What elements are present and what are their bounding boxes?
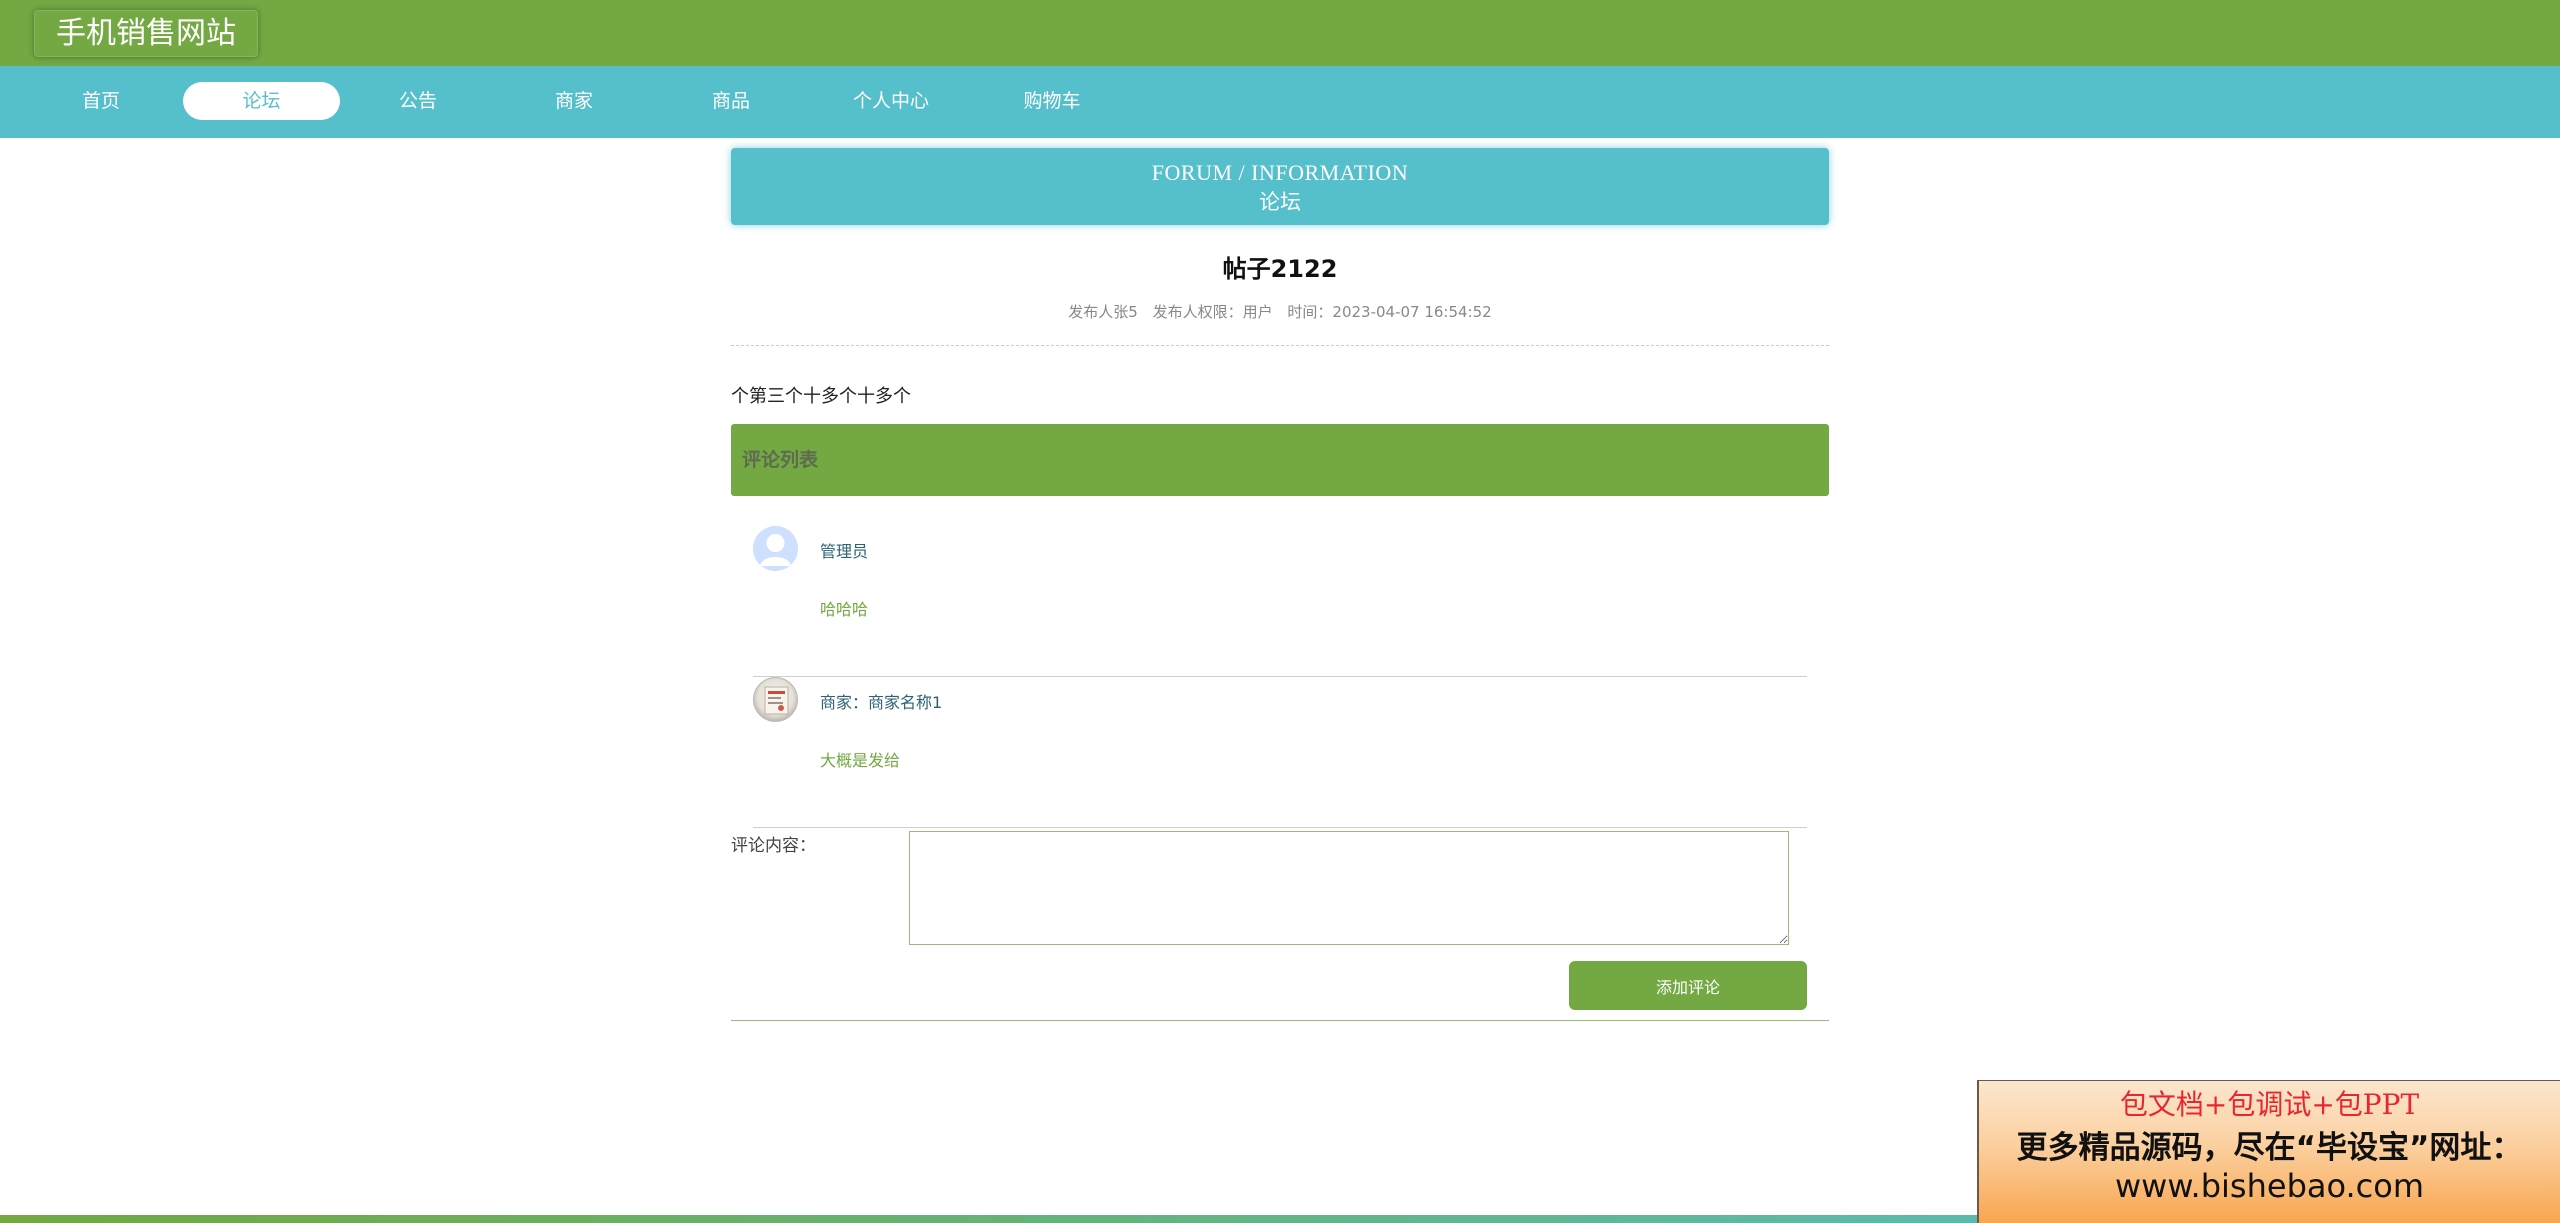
nav-item-home[interactable]: 首页 xyxy=(41,82,161,120)
ad-line-2: 更多精品源码，尽在“毕设宝”网址： xyxy=(2016,1130,2523,1166)
ad-url[interactable]: www.bishebao.com xyxy=(1979,1167,2560,1205)
nav-item-announcement[interactable]: 公告 xyxy=(358,82,478,120)
comment-author: 商家：商家名称1 xyxy=(820,693,943,712)
nav-item-forum[interactable]: 论坛 xyxy=(183,82,340,120)
comment-author: 管理员 xyxy=(820,542,869,561)
comments-header: 评论列表 xyxy=(731,424,1829,496)
add-comment-button[interactable]: 添加评论 xyxy=(1569,961,1807,1010)
shop-avatar-icon xyxy=(753,677,798,722)
nav-item-products[interactable]: 商品 xyxy=(671,82,791,120)
nav-item-merchants[interactable]: 商家 xyxy=(514,82,634,120)
banner-english-title: FORUM / INFORMATION xyxy=(1151,160,1409,185)
user-avatar-icon xyxy=(753,526,798,571)
ad-line-1: 包文档+包调试+包PPT xyxy=(2119,1088,2420,1121)
comment-item: 商家：商家名称1 大概是发给 xyxy=(753,677,1807,828)
ad-banner[interactable]: 包文档+包调试+包PPT 更多精品源码，尽在“毕设宝”网址： www.bishe… xyxy=(1977,1080,2560,1223)
nav-item-cart[interactable]: 购物车 xyxy=(992,82,1112,120)
post-role: 发布人权限：用户 xyxy=(1152,303,1273,321)
post-content: 个第三个十多个十多个 xyxy=(731,386,911,407)
post-time: 时间：2023-04-07 16:54:52 xyxy=(1287,303,1492,321)
comment-textarea[interactable] xyxy=(909,831,1789,945)
comment-form-label: 评论内容： xyxy=(731,836,816,856)
comment-item: 管理员 哈哈哈 xyxy=(753,526,1807,677)
comment-text: 哈哈哈 xyxy=(820,600,869,619)
post-divider xyxy=(731,345,1829,346)
comment-text: 大概是发给 xyxy=(820,751,901,770)
post-meta: 发布人张5 发布人权限：用户 时间：2023-04-07 16:54:52 xyxy=(731,301,1829,322)
banner-chinese-title: 论坛 xyxy=(1259,190,1301,214)
site-title[interactable]: 手机销售网站 xyxy=(34,10,258,57)
post-author: 发布人张5 xyxy=(1068,303,1138,321)
main-nav: 首页 论坛 公告 商家 商品 个人中心 购物车 xyxy=(0,66,2560,138)
section-banner: FORUM / INFORMATION 论坛 xyxy=(731,148,1829,225)
top-header: 手机销售网站 xyxy=(0,0,2560,66)
nav-item-profile[interactable]: 个人中心 xyxy=(831,82,951,120)
form-divider xyxy=(731,1020,1829,1021)
post-title: 帖子2122 xyxy=(1222,255,1338,283)
